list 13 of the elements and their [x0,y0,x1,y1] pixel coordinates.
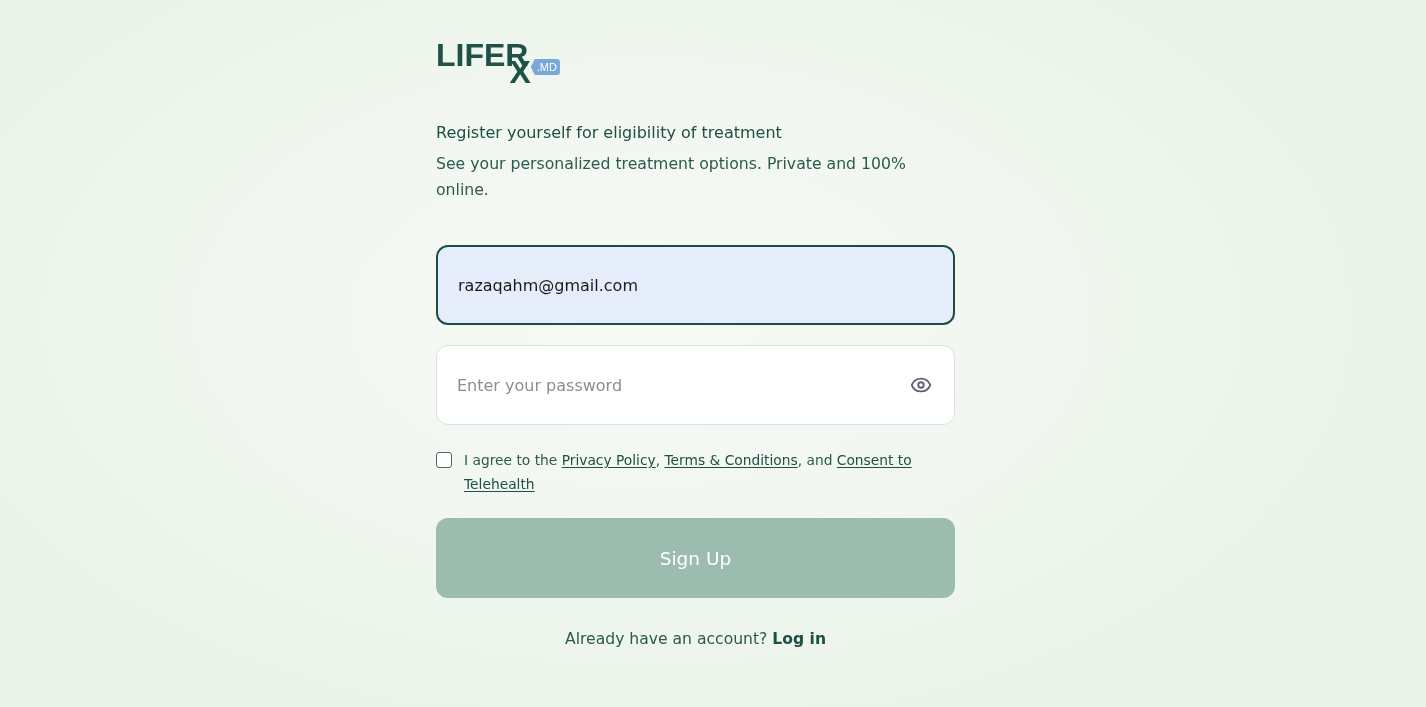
policy-link[interactable]: Terms & Conditions [664,452,798,468]
logo-badge: .MD [530,59,560,75]
policy-link[interactable]: Telehealth [464,476,535,492]
password-field[interactable]: Enter your password [436,345,955,425]
form-subtitle: See your personalized treatment options. Private and 100% online. [436,153,907,201]
policy-link[interactable]: Consent to [836,452,912,468]
login-link[interactable]: Log in [772,630,826,648]
form-heading: Register yourself for eligibility of treatment [436,122,783,144]
agree-checkbox[interactable] [436,452,452,468]
email-field[interactable]: razaqahm@gmail.com [436,245,955,325]
policy-link[interactable]: Privacy Policy [561,452,656,468]
agreement-text: I agree to the Privacy Policy, Terms & Conditions, and Consent to Telehealth [464,451,913,494]
login-prompt: Already have an account? Log in [564,629,827,650]
